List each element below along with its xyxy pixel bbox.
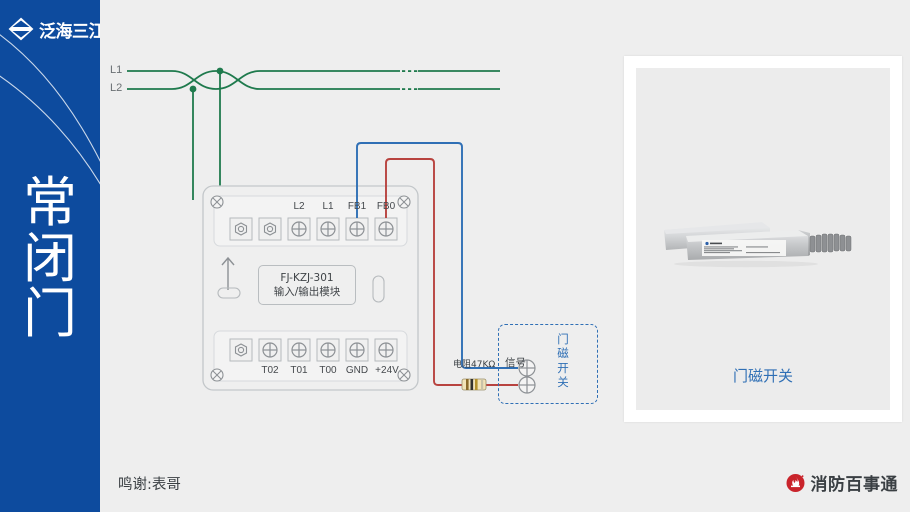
door-switch-box-title: 门 磁 开 关 xyxy=(555,332,571,390)
terminal-top-l1[interactable] xyxy=(316,217,340,241)
terminal-bottom-t00[interactable] xyxy=(316,338,340,362)
footer-brand-text: 消防百事通 xyxy=(810,475,898,495)
terminal-bottom-t02[interactable] xyxy=(258,338,282,362)
terminal-top-l2[interactable] xyxy=(287,217,311,241)
label-terminal-t01: T01 xyxy=(290,365,308,376)
terminal-top-1[interactable] xyxy=(229,217,253,241)
credit-text: 鸣谢:表哥 xyxy=(118,477,181,493)
label-terminal-gnd: GND xyxy=(345,365,369,376)
junction-dot-l1 xyxy=(216,67,224,75)
product-card-inner: 门磁开关 xyxy=(636,68,890,410)
label-terminal-24v: +24V xyxy=(375,365,399,376)
terminal-top-fb1[interactable] xyxy=(345,217,369,241)
door-magnetic-switch-photo xyxy=(664,222,852,268)
label-terminal-fb1: FB1 xyxy=(347,201,367,212)
label-terminal-l1: L1 xyxy=(322,201,334,212)
bus-label-l2: L2 xyxy=(110,82,123,94)
slide-vertical-title: 常 闭 门 xyxy=(0,175,100,342)
label-terminal-t00: T00 xyxy=(319,365,337,376)
product-card: 门磁开关 xyxy=(624,56,902,422)
sidebar-brand-name: 泛海三江 xyxy=(39,21,100,41)
fanhai-sanjiang-logo-icon xyxy=(8,17,34,41)
door-title-char-3: 开 xyxy=(557,360,569,375)
bus-drop-wires xyxy=(192,71,221,200)
terminal-bottom-gnd[interactable] xyxy=(345,338,369,362)
terminal-bottom-t01[interactable] xyxy=(287,338,311,362)
title-char-1: 常 xyxy=(23,171,77,234)
module-type: 输入/输出模块 xyxy=(273,286,341,298)
xiaofang-baishitong-logo-icon xyxy=(786,474,804,492)
label-terminal-l2: L2 xyxy=(293,201,305,212)
footer-brand: 消防百事通 xyxy=(785,470,899,495)
door-title-char-4: 关 xyxy=(557,375,569,390)
signal-label: 信号 xyxy=(505,357,526,369)
title-char-2: 闭 xyxy=(23,226,77,290)
door-title-char-2: 磁 xyxy=(557,346,569,361)
label-terminal-t02: T02 xyxy=(261,365,279,376)
terminal-top-2[interactable] xyxy=(258,217,282,241)
slide-canvas: 泛海三江 常 闭 门 L1 L2 FJ-KZJ-301 输入/输出模块 L2 L… xyxy=(0,0,910,512)
resistor-label: 电阻47KΩ xyxy=(453,360,496,370)
label-terminal-fb0: FB0 xyxy=(376,201,396,212)
sidebar: 泛海三江 常 闭 门 xyxy=(0,0,100,512)
terminal-top-fb0[interactable] xyxy=(374,217,398,241)
door-title-char-1: 门 xyxy=(557,332,569,346)
sidebar-logo: 泛海三江 xyxy=(8,16,100,42)
bus-break-dots xyxy=(402,70,418,90)
module-model: FJ-KZJ-301 xyxy=(280,271,334,284)
product-caption: 门磁开关 xyxy=(732,367,793,385)
junction-dot-l2 xyxy=(189,85,197,93)
module-model-plate: FJ-KZJ-301 输入/输出模块 xyxy=(258,265,356,305)
terminal-bottom-1[interactable] xyxy=(229,338,253,362)
bus-label-l1: L1 xyxy=(110,64,123,76)
title-char-3: 门 xyxy=(23,282,77,346)
resistor-47k-icon xyxy=(461,378,487,391)
bus-wires xyxy=(127,70,500,90)
terminal-bottom-24v[interactable] xyxy=(374,338,398,362)
